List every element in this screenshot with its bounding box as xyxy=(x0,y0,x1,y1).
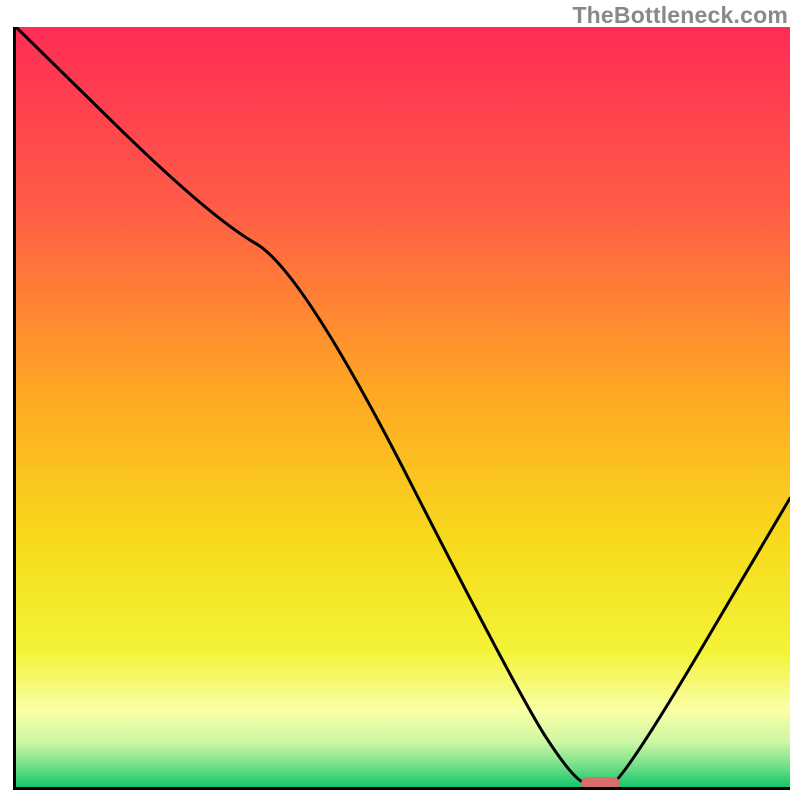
bottleneck-chart: TheBottleneck.com xyxy=(0,0,800,800)
plot-area xyxy=(13,27,790,790)
optimal-zone-marker xyxy=(581,777,620,790)
bottleneck-curve xyxy=(16,27,790,787)
watermark-text: TheBottleneck.com xyxy=(572,2,788,29)
